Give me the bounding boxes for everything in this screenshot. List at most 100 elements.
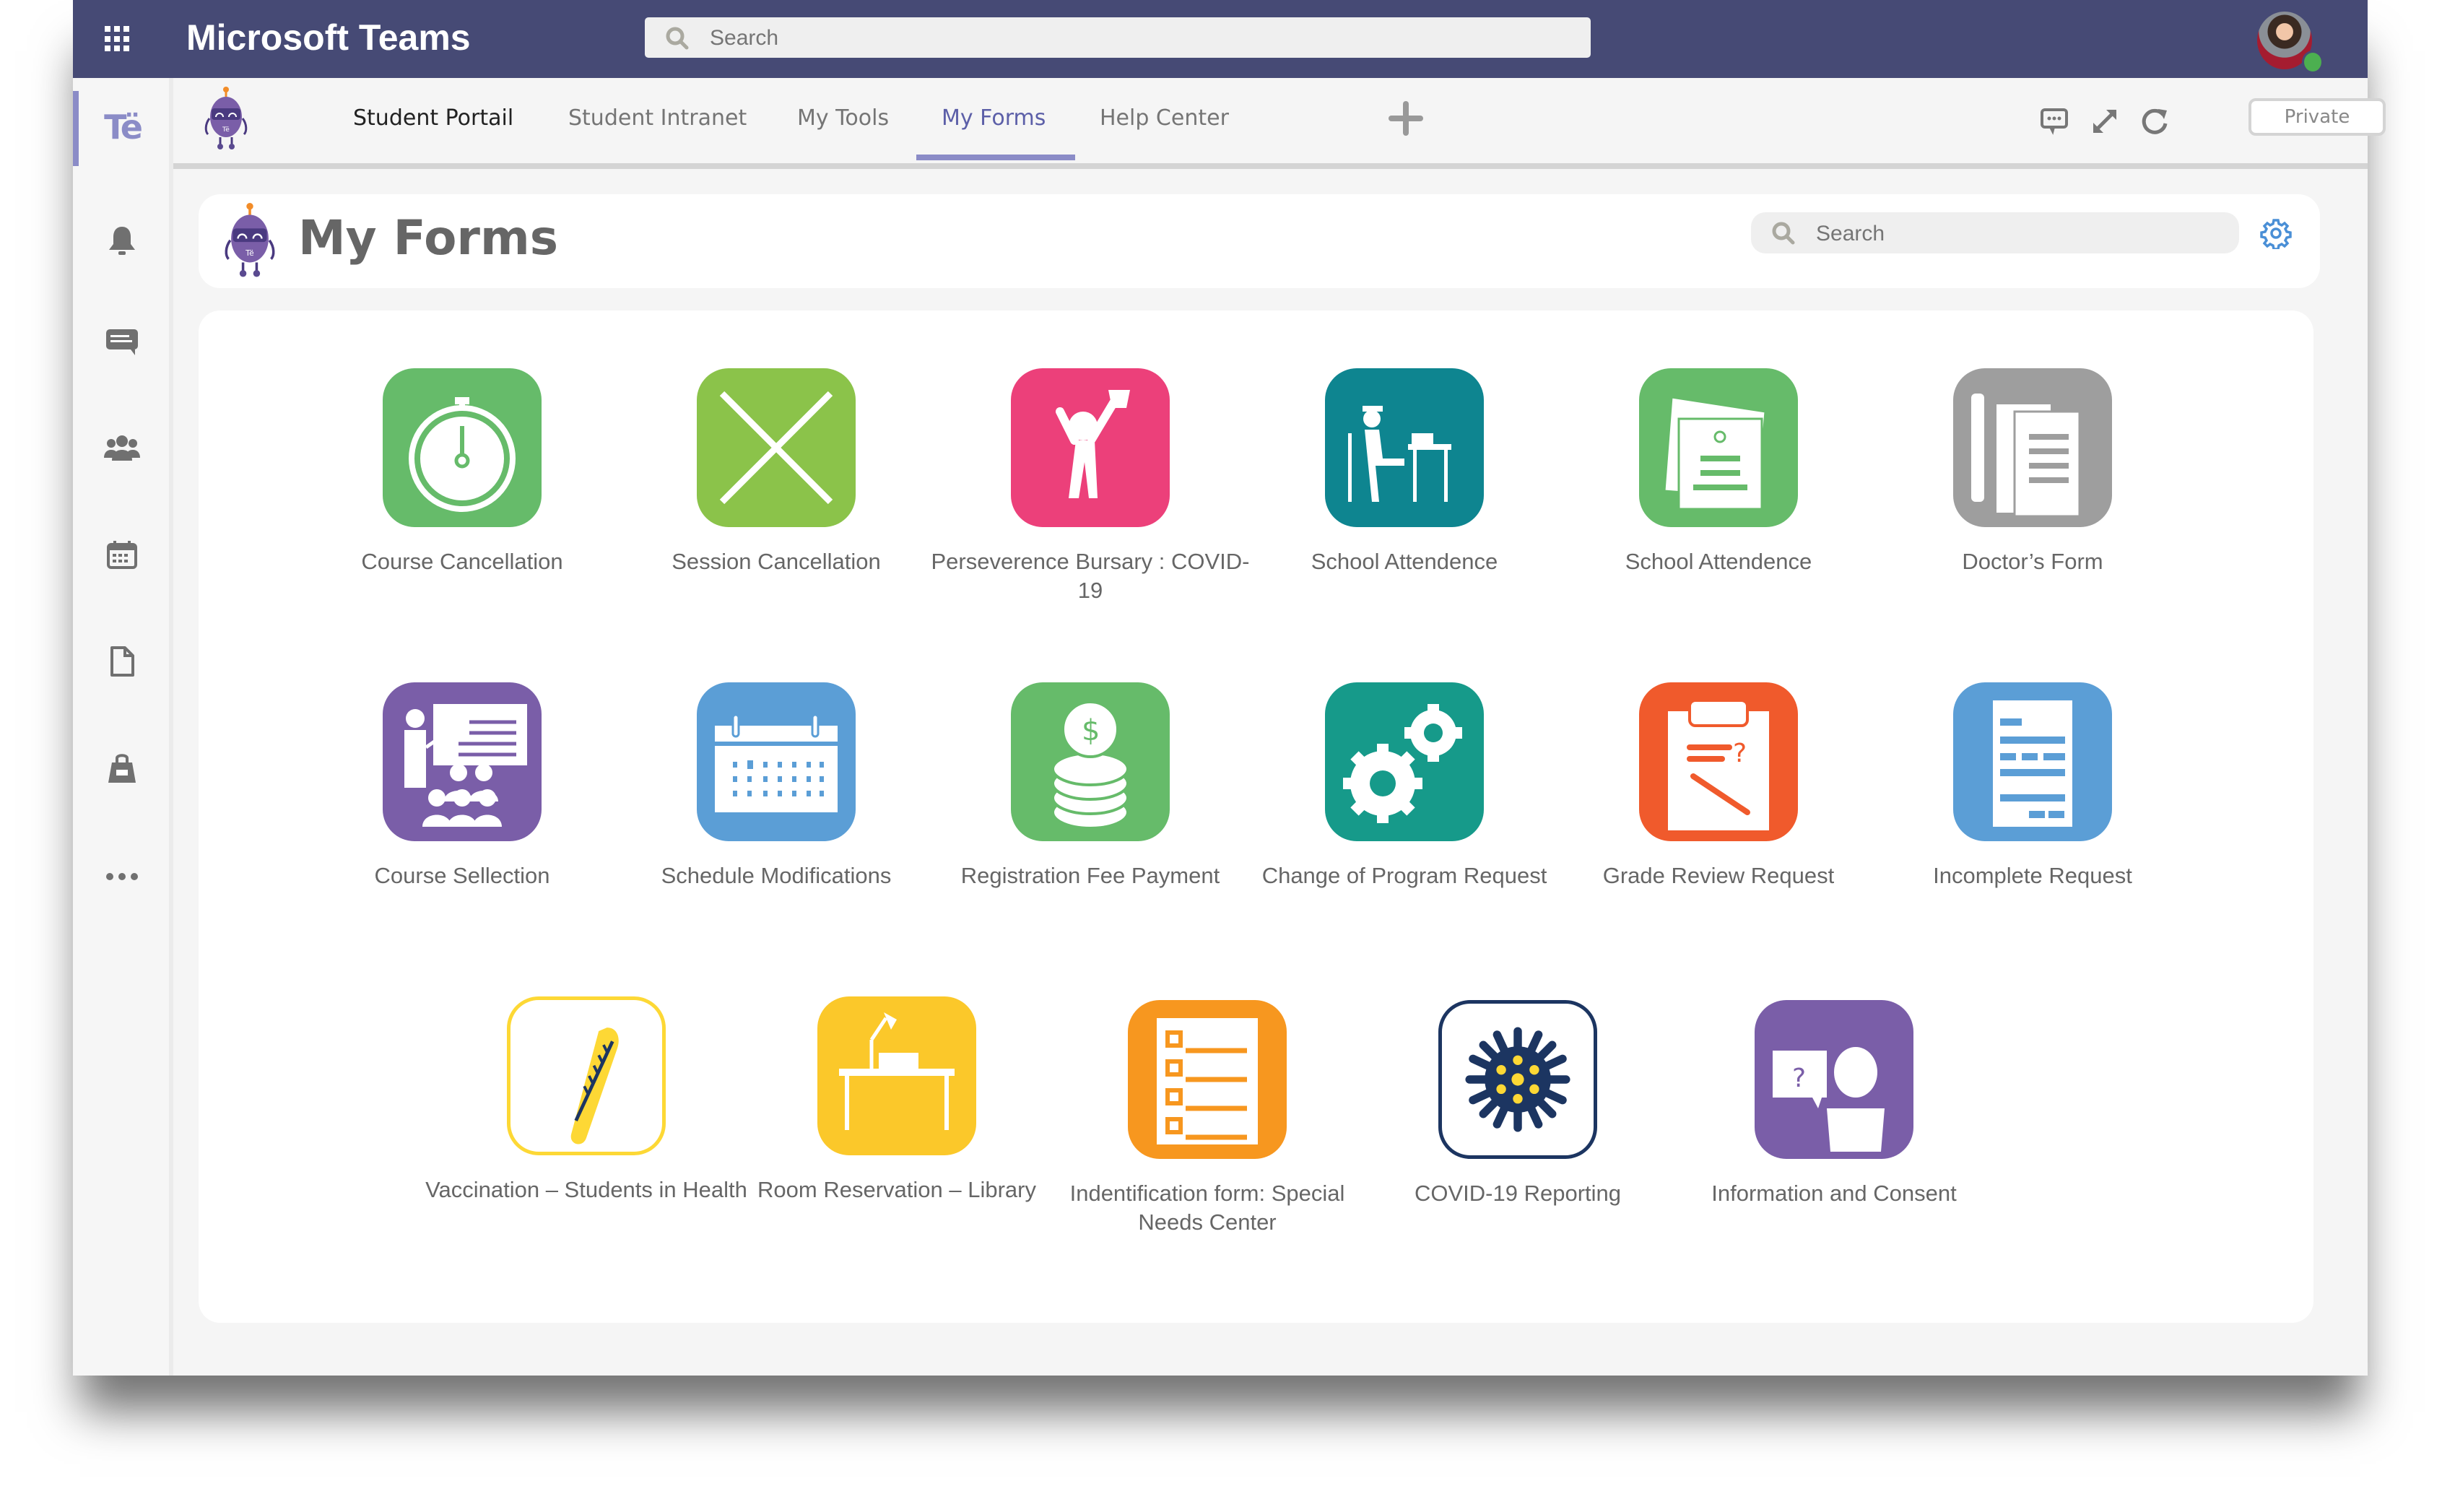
form-label: School Attendence [1311, 549, 1498, 574]
form-tile[interactable]: Course Cancellation [296, 368, 628, 576]
forms-search[interactable] [1751, 212, 2239, 255]
global-search[interactable] [645, 17, 1591, 59]
rail-item-activity[interactable] [100, 220, 144, 263]
form-tile[interactable]: Schedule Modifications [610, 682, 942, 890]
search-icon [666, 27, 689, 50]
form-label: School Attendence [1625, 549, 1812, 574]
classroom-icon [383, 682, 542, 841]
rail-item-calendar[interactable] [100, 533, 144, 576]
app-launcher-icon[interactable] [105, 26, 131, 52]
form-label: Course Sellection [374, 863, 550, 888]
svg-text:?: ? [1792, 1064, 1806, 1093]
forms-search-input[interactable] [1815, 212, 2222, 255]
top-bar: Microsoft Teams [73, 0, 2368, 78]
form-tile[interactable]: Incomplete Request [1867, 682, 2199, 890]
rail-item-files[interactable] [100, 640, 144, 683]
tab-my-tools[interactable]: My Tools [797, 105, 889, 131]
stopwatch-icon [383, 368, 542, 527]
chat-icon [106, 329, 138, 355]
svg-text:$: $ [1082, 714, 1100, 747]
rail-active-indicator [73, 91, 79, 166]
page-header-card: Të My Forms [199, 194, 2320, 288]
form-tile[interactable]: School Attendence [1238, 368, 1570, 576]
private-button[interactable]: Private [2248, 98, 2386, 136]
file-icon [110, 646, 134, 677]
more-icon [106, 873, 138, 880]
tab-bar: Të Student Portail Student Intranet My T… [173, 78, 2386, 169]
document-lines-icon [1953, 682, 2112, 841]
rail-item-te[interactable]: Të [100, 105, 144, 149]
form-tile[interactable]: ? Information and Consent [1668, 1000, 2000, 1208]
form-tile[interactable]: Vaccination – Students in Health [420, 996, 752, 1204]
tab-my-forms[interactable]: My Forms [942, 105, 1046, 131]
tab-student-portail[interactable]: Student Portail [353, 105, 513, 131]
calendar-icon [107, 541, 137, 569]
svg-text:?: ? [1733, 739, 1747, 768]
app-title: Microsoft Teams [186, 17, 471, 58]
form-tile[interactable]: Course Sellection [296, 682, 628, 890]
forms-grid: Course Cancellation Session Cancellation P… [199, 310, 2313, 1323]
tab-help-center[interactable]: Help Center [1100, 105, 1229, 131]
thermometer-icon [507, 996, 666, 1155]
presence-indicator [2302, 51, 2324, 74]
x-icon [697, 368, 856, 527]
form-label: Course Cancellation [361, 549, 563, 574]
people-icon [104, 435, 140, 461]
gear-icon[interactable] [2260, 217, 2292, 249]
student-desk-icon [1325, 368, 1484, 527]
form-tile[interactable]: ? Grade Review Request [1552, 682, 1885, 890]
rail-item-more[interactable] [100, 855, 144, 898]
form-tile[interactable]: $ Registration Fee Payment [924, 682, 1256, 890]
rail-item-teams[interactable] [100, 426, 144, 469]
page-title: My Forms [298, 210, 559, 266]
form-tile[interactable]: Session Cancellation [610, 368, 942, 576]
te-logo-icon: Të [104, 108, 143, 147]
form-tile[interactable]: Perseverence Bursary : COVID-19 [924, 368, 1256, 605]
teams-window: Microsoft Teams Të [73, 0, 2386, 1376]
form-label: Schedule Modifications [661, 863, 892, 888]
form-label: Incomplete Request [1933, 863, 2132, 888]
checklist-icon [1128, 1000, 1287, 1159]
pencil-document-icon [1953, 368, 2112, 527]
tab-student-intranet[interactable]: Student Intranet [568, 105, 747, 131]
form-label: Vaccination – Students in Health [425, 1177, 747, 1202]
form-tile[interactable]: Indentification form: Special Needs Cent… [1041, 1000, 1373, 1237]
robot-mascot-icon: Të [225, 203, 275, 277]
expand-icon[interactable] [2090, 107, 2119, 136]
form-tile[interactable]: Room Reservation – Library [731, 996, 1063, 1204]
form-label: Room Reservation – Library [757, 1177, 1036, 1202]
refresh-icon[interactable] [2141, 107, 2170, 136]
form-label: Grade Review Request [1602, 863, 1835, 888]
form-label: Session Cancellation [672, 549, 881, 574]
form-tile[interactable]: COVID-19 Reporting [1352, 1000, 1684, 1208]
virus-icon [1438, 1000, 1597, 1159]
form-tile[interactable]: Doctor’s Form [1867, 368, 2199, 576]
form-tile[interactable]: School Attendence [1552, 368, 1885, 576]
rail-item-chat[interactable] [100, 321, 144, 364]
form-label: Change of Program Request [1261, 863, 1547, 888]
person-question-icon: ? [1755, 1000, 1913, 1159]
documents-icon [1639, 368, 1798, 527]
conversation-icon[interactable] [2040, 107, 2069, 136]
robot-mascot-icon: Të [204, 87, 248, 149]
form-label: Information and Consent [1711, 1181, 1957, 1206]
form-label: Perseverence Bursary : COVID-19 [931, 549, 1250, 603]
coins-icon: $ [1011, 682, 1170, 841]
form-label: Registration Fee Payment [960, 863, 1220, 888]
calendar-icon [697, 682, 856, 841]
clipboard-question-icon: ? [1639, 682, 1798, 841]
form-label: Indentification form: Special Needs Cent… [1069, 1181, 1345, 1235]
form-tile[interactable]: Change of Program Request [1238, 682, 1570, 890]
form-label: COVID-19 Reporting [1414, 1181, 1621, 1206]
active-tab-indicator [916, 155, 1075, 160]
trophy-person-icon [1011, 368, 1170, 527]
search-icon [1772, 222, 1795, 245]
svg-text:Të: Të [245, 249, 254, 258]
global-search-input[interactable] [708, 17, 1542, 59]
desk-lamp-icon [817, 996, 976, 1155]
form-label: Doctor’s Form [1962, 549, 2103, 574]
bag-icon [108, 754, 136, 783]
svg-text:Të: Të [222, 126, 230, 134]
rail-item-store[interactable] [100, 747, 144, 790]
plus-icon[interactable] [1389, 101, 1423, 136]
